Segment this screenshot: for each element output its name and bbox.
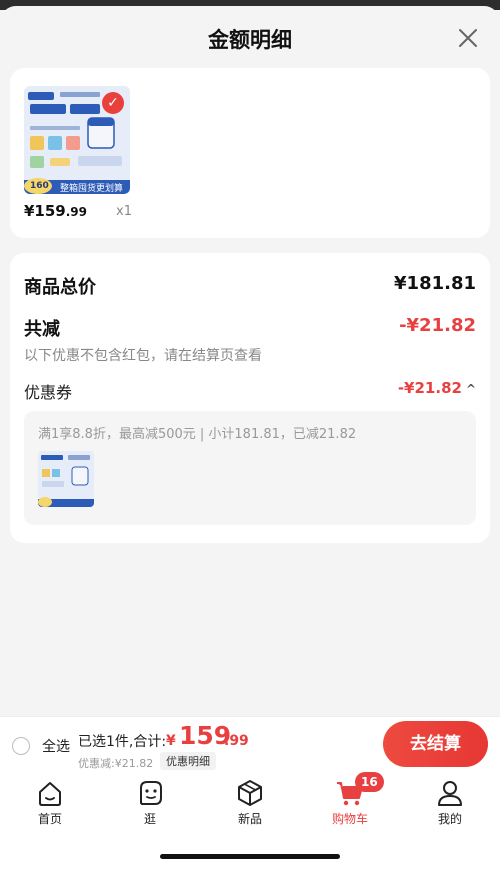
box-icon bbox=[238, 780, 262, 806]
tab-new-label: 新品 bbox=[237, 812, 262, 826]
tab-new[interactable]: 新品 bbox=[215, 778, 285, 827]
tab-cart-label: 购物车 bbox=[331, 812, 368, 826]
tab-cart[interactable]: 16 购物车 bbox=[315, 772, 385, 827]
thumb-badge: 160 bbox=[30, 181, 49, 191]
reduce-value: -¥21.82 bbox=[399, 315, 476, 336]
selected-info: 已选1件,合计: bbox=[78, 734, 167, 750]
home-icon bbox=[39, 782, 61, 806]
tab-home[interactable]: 首页 bbox=[15, 778, 85, 827]
reduce-note: 以下优惠不包含红包，请在结算页查看 bbox=[24, 348, 262, 364]
tab-browse[interactable]: 逛 bbox=[115, 778, 185, 827]
face-icon bbox=[140, 781, 162, 805]
select-all-label[interactable]: 全选 bbox=[42, 736, 70, 756]
select-all-radio[interactable] bbox=[12, 737, 30, 755]
tab-me[interactable]: 我的 bbox=[415, 778, 485, 827]
selected-check-icon: ✓ bbox=[102, 92, 124, 114]
total-currency: ¥ bbox=[166, 733, 176, 749]
cart-count-badge: 16 bbox=[355, 772, 384, 792]
product-price-dec: .99 bbox=[65, 205, 88, 219]
coupon-product-image bbox=[38, 451, 94, 507]
product-thumbnail[interactable]: ✓ 160 整箱囤货更划算 bbox=[24, 86, 130, 194]
thumb-caption: 整箱囤货更划算 bbox=[60, 184, 124, 194]
discount-summary: 优惠减:¥21.82 bbox=[78, 757, 154, 770]
tab-browse-label: 逛 bbox=[143, 812, 156, 826]
total-value: ¥181.81 bbox=[394, 273, 476, 294]
close-icon bbox=[459, 29, 477, 47]
coupon-product-thumbnail bbox=[38, 451, 94, 507]
coupon-detail-box: 满1享8.8折，最高减500元 | 小计181.81，已减21.82 bbox=[24, 411, 476, 525]
checkout-bar: 全选 已选1件,合计: ¥ 159 .99 优惠减:¥21.82 优惠明细 去结… bbox=[0, 716, 500, 772]
sheet-title: 金额明细 bbox=[208, 28, 292, 52]
coupon-value-group[interactable]: -¥21.82 ^ bbox=[398, 379, 476, 397]
reduce-label: 共减 bbox=[24, 319, 60, 340]
tab-me-label: 我的 bbox=[437, 812, 462, 826]
amount-detail-sheet: 金额明细 ✓ 160 整箱囤货更划算 ¥159.99 x1 商品总价 ¥181.… bbox=[0, 6, 500, 716]
checkout-button[interactable]: 去结算 bbox=[383, 721, 488, 767]
product-qty: x1 bbox=[116, 204, 132, 219]
tab-home-label: 首页 bbox=[37, 812, 62, 826]
reduce-row: 共减 -¥21.82 以下优惠不包含红包，请在结算页查看 bbox=[24, 315, 476, 365]
total-amount-dec: .99 bbox=[224, 733, 249, 749]
price-summary-card: 商品总价 ¥181.81 共减 -¥21.82 以下优惠不包含红包，请在结算页查… bbox=[10, 253, 490, 543]
person-icon bbox=[438, 781, 462, 806]
total-label: 商品总价 bbox=[24, 277, 96, 298]
products-card: ✓ 160 整箱囤货更划算 ¥159.99 x1 bbox=[10, 68, 490, 238]
chevron-up-icon: ^ bbox=[465, 382, 476, 396]
product-price: ¥159.99 bbox=[24, 202, 87, 220]
close-button[interactable] bbox=[454, 24, 482, 52]
home-indicator bbox=[160, 854, 340, 859]
discount-detail-button[interactable]: 优惠明细 bbox=[160, 752, 216, 770]
coupon-description: 满1享8.8折，最高减500元 | 小计181.81，已减21.82 bbox=[38, 427, 357, 442]
coupon-label: 优惠券 bbox=[24, 383, 73, 402]
product-price-int: ¥159 bbox=[24, 202, 66, 220]
total-row: 商品总价 ¥181.81 bbox=[24, 273, 476, 299]
coupon-row[interactable]: 优惠券 -¥21.82 ^ bbox=[24, 379, 476, 403]
coupon-value: -¥21.82 bbox=[397, 379, 462, 397]
